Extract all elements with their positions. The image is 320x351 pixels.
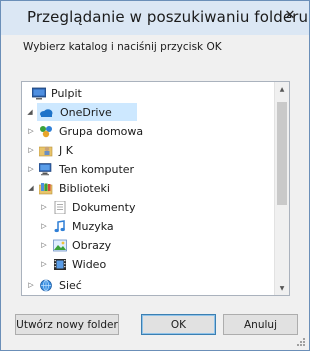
tree-item-obrazy[interactable]: ▷ Obrazy xyxy=(22,236,272,254)
tree-item-wideo[interactable]: ▷ Wideo xyxy=(22,255,272,273)
collapsed-chevron-icon[interactable]: ▷ xyxy=(27,127,35,135)
tree-item-label: Biblioteki xyxy=(59,181,110,195)
tree-item-grupa-domowa[interactable]: ▷ Grupa domowa xyxy=(22,122,272,140)
tree-item-ten-komputer[interactable]: ▷ Ten komputer xyxy=(22,160,272,178)
new-folder-button[interactable]: Utwórz nowy folder xyxy=(15,314,119,335)
collapsed-chevron-icon[interactable]: ▷ xyxy=(40,203,48,211)
video-icon xyxy=(54,259,66,270)
tree-item-pulpit[interactable]: Pulpit xyxy=(22,84,272,102)
tree-item-dokumenty[interactable]: ▷ Dokumenty xyxy=(22,198,272,216)
folder-tree[interactable]: Pulpit ◢ OneDrive ▷ Grupa domowa ▷ J K ▷… xyxy=(21,81,290,296)
libraries-icon xyxy=(39,183,53,195)
instruction-text: Wybierz katalog i naciśnij przycisk OK xyxy=(23,41,222,53)
tree-item-label: Obrazy xyxy=(72,238,112,252)
scroll-thumb[interactable] xyxy=(277,102,287,205)
collapsed-chevron-icon[interactable]: ▷ xyxy=(27,165,35,173)
pictures-icon xyxy=(53,239,67,252)
close-button[interactable]: ✕ xyxy=(278,5,302,25)
tree-item-biblioteki[interactable]: ◢ Biblioteki xyxy=(22,179,272,197)
tree-item-label: OneDrive xyxy=(60,105,112,119)
cancel-button[interactable]: Anuluj xyxy=(223,314,298,335)
documents-icon xyxy=(54,201,66,214)
collapsed-chevron-icon[interactable]: ▷ xyxy=(40,222,48,230)
close-icon: ✕ xyxy=(284,7,296,23)
tree-item-siec[interactable]: ▷ Sieć xyxy=(22,276,272,294)
ok-button[interactable]: OK xyxy=(141,314,216,335)
tree-item-label: Ten komputer xyxy=(59,162,135,176)
desktop-icon xyxy=(32,87,46,100)
tree-item-label: Muzyka xyxy=(72,219,114,233)
cloud-icon xyxy=(40,109,53,117)
scroll-down-arrow-icon[interactable]: ▼ xyxy=(275,281,289,295)
expanded-chevron-icon[interactable]: ◢ xyxy=(27,184,35,192)
tree-item-label: Grupa domowa xyxy=(59,124,144,138)
tree-item-user[interactable]: ▷ J K xyxy=(22,141,272,159)
tree-scrollbar[interactable]: ▲ ▼ xyxy=(274,82,289,295)
user-folder-icon xyxy=(39,146,53,157)
resize-grip-icon[interactable] xyxy=(296,337,306,347)
homegroup-icon xyxy=(40,126,52,138)
computer-icon xyxy=(39,163,52,176)
collapsed-chevron-icon[interactable]: ▷ xyxy=(40,260,48,268)
title-bar[interactable]: Przeglądanie w poszukiwaniu folderu ✕ xyxy=(1,1,309,35)
dialog-title: Przeglądanie w poszukiwaniu folderu xyxy=(27,8,309,26)
tree-item-muzyka[interactable]: ▷ Muzyka xyxy=(22,217,272,235)
network-icon xyxy=(40,279,52,292)
tree-item-label: Pulpit xyxy=(51,86,82,100)
tree-item-label: Dokumenty xyxy=(72,200,136,214)
expanded-chevron-icon[interactable]: ◢ xyxy=(26,108,34,116)
collapsed-chevron-icon[interactable]: ▷ xyxy=(40,241,48,249)
music-icon xyxy=(54,220,65,233)
scroll-up-arrow-icon[interactable]: ▲ xyxy=(275,82,289,96)
collapsed-chevron-icon[interactable]: ▷ xyxy=(27,281,35,289)
browse-folder-dialog: Przeglądanie w poszukiwaniu folderu ✕ Wy… xyxy=(0,0,310,351)
tree-item-onedrive[interactable]: ◢ OneDrive xyxy=(27,103,137,121)
tree-item-label: Wideo xyxy=(72,257,107,271)
tree-item-label: Sieć xyxy=(59,278,82,292)
collapsed-chevron-icon[interactable]: ▷ xyxy=(27,146,35,154)
tree-item-label: J K xyxy=(59,143,73,157)
